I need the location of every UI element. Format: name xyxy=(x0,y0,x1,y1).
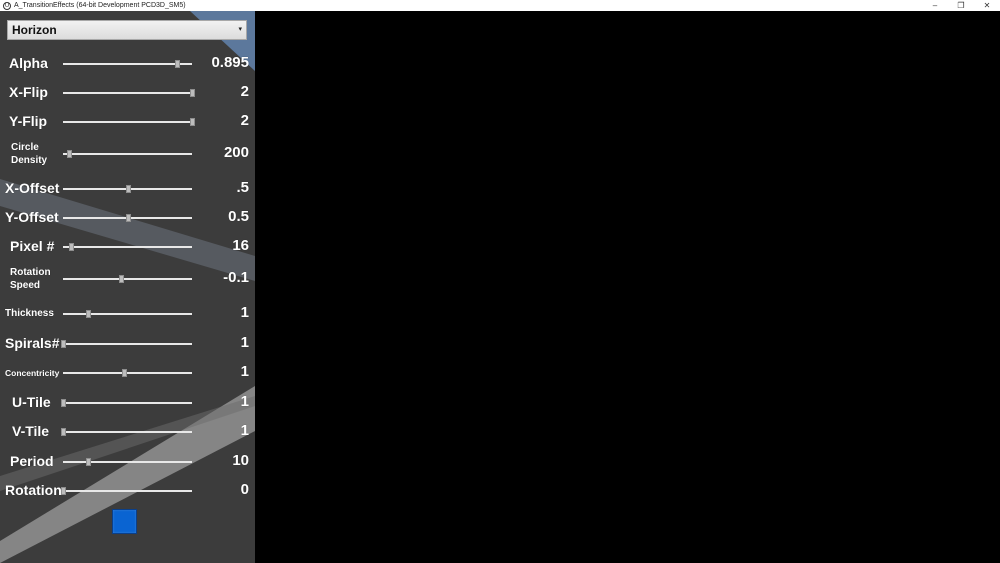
window-title: A_TransitionEffects (64-bit Development … xyxy=(14,2,186,9)
slider-rotation-speed[interactable] xyxy=(63,275,192,283)
param-row-y-offset: Y-Offset 0.5 xyxy=(0,205,255,231)
param-row-rotation: Rotation 0 xyxy=(0,478,255,504)
transition-settings-panel: Horizon ▾ Alpha 0.895 X-Flip 2 Y-Flip 2 Circle… xyxy=(0,11,255,563)
param-row-x-flip: X-Flip 2 xyxy=(0,80,255,106)
slider-thumb-circle-density[interactable] xyxy=(67,150,73,158)
param-label-x-offset: X-Offset xyxy=(5,180,60,196)
param-label-y-flip: Y-Flip xyxy=(9,113,48,129)
slider-thumb-y-flip[interactable] xyxy=(190,118,195,126)
minimize-button[interactable]: – xyxy=(922,0,948,11)
window-controls: – ❐ ✕ xyxy=(922,0,1000,11)
slider-thumb-v-tile[interactable] xyxy=(61,428,66,436)
preset-selected: Horizon xyxy=(12,23,57,37)
slider-thumb-rotation-speed[interactable] xyxy=(119,275,125,283)
param-value-concentricity: 1 xyxy=(240,363,249,380)
color-picker-button[interactable] xyxy=(112,509,137,534)
chevron-down-icon: ▾ xyxy=(238,26,242,33)
slider-thumb-rotation[interactable] xyxy=(61,487,66,495)
param-row-circle-density: Circle Density 200 xyxy=(0,141,255,167)
slider-u-tile[interactable] xyxy=(61,399,192,407)
slider-thumb-spirals[interactable] xyxy=(61,340,66,348)
param-value-period: 10 xyxy=(232,452,249,469)
param-row-alpha: Alpha 0.895 xyxy=(0,51,255,77)
param-label-alpha: Alpha xyxy=(9,55,48,71)
slider-v-tile[interactable] xyxy=(61,428,192,436)
slider-thumb-alpha[interactable] xyxy=(174,60,180,68)
slider-rotation[interactable] xyxy=(61,487,192,495)
param-row-x-offset: X-Offset .5 xyxy=(0,176,255,202)
slider-period[interactable] xyxy=(63,458,192,466)
param-label-rotation-speed: Rotation Speed xyxy=(10,267,51,291)
param-label-x-flip: X-Flip xyxy=(9,84,48,100)
param-label-rotation: Rotation xyxy=(5,482,62,498)
param-value-y-offset: 0.5 xyxy=(228,208,249,225)
param-label-u-tile: U-Tile xyxy=(12,394,51,410)
param-row-u-tile: U-Tile 1 xyxy=(0,390,255,416)
param-label-period: Period xyxy=(10,453,54,469)
app-icon: U xyxy=(3,1,11,10)
param-row-y-flip: Y-Flip 2 xyxy=(0,109,255,135)
param-value-spirals: 1 xyxy=(240,334,249,351)
slider-x-flip[interactable] xyxy=(63,89,195,97)
slider-thumb-period[interactable] xyxy=(85,458,91,466)
slider-thumb-pixel-count[interactable] xyxy=(68,243,74,251)
blocks xyxy=(670,311,1000,383)
close-button[interactable]: ✕ xyxy=(974,0,1000,11)
param-value-x-offset: .5 xyxy=(236,179,249,196)
param-row-period: Period 10 xyxy=(0,449,255,475)
slider-y-offset[interactable] xyxy=(63,214,192,222)
param-value-u-tile: 1 xyxy=(240,393,249,410)
param-row-v-tile: V-Tile 1 xyxy=(0,419,255,445)
slider-thumb-y-offset[interactable] xyxy=(125,214,131,222)
param-value-thickness: 1 xyxy=(240,304,249,321)
param-label-spirals: Spirals# xyxy=(5,335,60,351)
slider-thumb-x-flip[interactable] xyxy=(190,89,195,97)
slider-thumb-x-offset[interactable] xyxy=(125,185,131,193)
slider-y-flip[interactable] xyxy=(63,118,195,126)
slider-x-offset[interactable] xyxy=(63,185,192,193)
param-value-alpha: 0.895 xyxy=(211,54,249,71)
slider-alpha[interactable] xyxy=(63,60,192,68)
param-value-v-tile: 1 xyxy=(240,422,249,439)
preset-dropdown[interactable]: Horizon ▾ xyxy=(7,20,247,40)
param-row-spirals: Spirals# 1 xyxy=(0,331,255,357)
restore-button[interactable]: ❐ xyxy=(948,0,974,11)
param-row-pixel-count: Pixel # 16 xyxy=(0,234,255,260)
slider-spirals[interactable] xyxy=(61,340,192,348)
param-row-rotation-speed: Rotation Speed -0.1 xyxy=(0,266,255,292)
param-label-v-tile: V-Tile xyxy=(12,423,50,439)
param-value-circle-density: 200 xyxy=(223,144,249,161)
param-label-concentricity: Concentricity xyxy=(5,368,60,378)
slider-concentricity[interactable] xyxy=(63,369,192,377)
window-titlebar[interactable]: U A_TransitionEffects (64-bit Developmen… xyxy=(0,0,1000,11)
param-value-rotation-speed: -0.1 xyxy=(223,269,249,286)
slider-thumb-u-tile[interactable] xyxy=(61,399,66,407)
param-label-y-offset: Y-Offset xyxy=(5,209,59,225)
param-value-pixel-count: 16 xyxy=(232,237,249,254)
param-label-thickness: Thickness xyxy=(5,308,54,319)
slider-thickness[interactable] xyxy=(63,310,192,318)
param-value-y-flip: 2 xyxy=(240,112,249,129)
slider-thumb-concentricity[interactable] xyxy=(121,369,127,377)
param-label-pixel-count: Pixel # xyxy=(10,238,55,254)
param-value-rotation: 0 xyxy=(240,481,249,498)
slider-thumb-thickness[interactable] xyxy=(85,310,91,318)
param-row-thickness: Thickness 1 xyxy=(0,301,255,327)
param-row-concentricity: Concentricity 1 xyxy=(0,360,255,386)
slider-pixel-count[interactable] xyxy=(63,243,192,251)
param-label-circle-density: Circle Density xyxy=(11,142,48,166)
param-value-x-flip: 2 xyxy=(240,83,249,100)
slider-circle-density[interactable] xyxy=(63,150,192,158)
